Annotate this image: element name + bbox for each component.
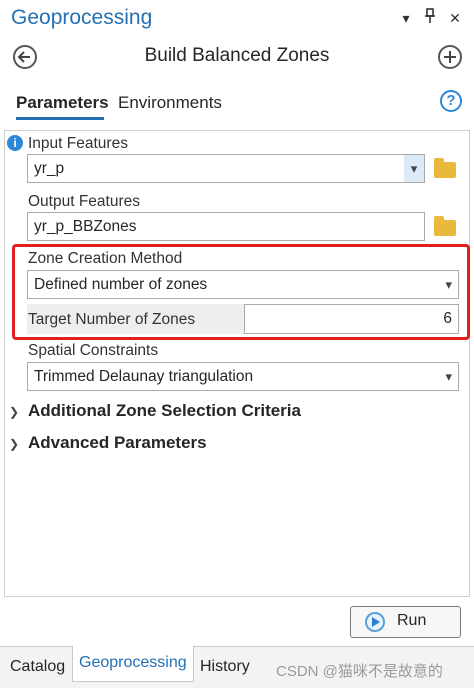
input-features-dropdown[interactable]: yr_p ▾ <box>27 154 425 183</box>
target-zones-input[interactable]: 6 <box>244 304 459 334</box>
tab-parameters[interactable]: Parameters <box>16 93 109 113</box>
chevron-down-icon[interactable]: ▾ <box>404 155 424 182</box>
tab-history[interactable]: History <box>194 654 256 684</box>
zone-method-label: Zone Creation Method <box>28 250 183 267</box>
output-features-value: yr_p_BBZones <box>34 218 137 235</box>
folder-icon[interactable] <box>434 216 456 236</box>
run-button[interactable]: Run <box>350 606 461 638</box>
tool-title: Build Balanced Zones <box>144 45 330 66</box>
chevron-right-icon[interactable]: ❯ <box>9 405 19 419</box>
spatial-constraints-dropdown[interactable]: Trimmed Delaunay triangulation ▾ <box>27 362 459 391</box>
pin-icon[interactable] <box>420 8 440 28</box>
chevron-down-icon[interactable]: ▾ <box>396 8 416 28</box>
tab-active-underline <box>16 117 104 120</box>
tab-catalog[interactable]: Catalog <box>4 654 71 684</box>
spatial-constraints-label: Spatial Constraints <box>28 342 159 359</box>
plus-icon[interactable] <box>438 45 462 69</box>
additional-criteria-section[interactable]: Additional Zone Selection Criteria <box>28 401 301 421</box>
close-icon[interactable]: ✕ <box>445 8 465 28</box>
run-label: Run <box>397 612 427 629</box>
tab-environments[interactable]: Environments <box>118 93 222 113</box>
chevron-right-icon[interactable]: ❯ <box>9 437 19 451</box>
pane-title: Geoprocessing <box>11 6 153 29</box>
input-features-value: yr_p <box>34 160 65 177</box>
output-features-label: Output Features <box>28 193 141 210</box>
help-icon[interactable]: ? <box>440 90 462 112</box>
zone-method-dropdown[interactable]: Defined number of zones ▾ <box>27 270 459 299</box>
folder-icon[interactable] <box>434 158 456 178</box>
info-icon[interactable]: i <box>7 135 23 151</box>
zone-method-value: Defined number of zones <box>34 276 208 293</box>
chevron-down-icon[interactable]: ▾ <box>445 363 452 390</box>
play-icon <box>365 612 385 632</box>
tab-geoprocessing[interactable]: Geoprocessing <box>72 646 194 682</box>
watermark: CSDN @猫咪不是故意的 <box>276 663 443 680</box>
advanced-parameters-section[interactable]: Advanced Parameters <box>28 433 207 453</box>
spatial-constraints-value: Trimmed Delaunay triangulation <box>34 368 254 385</box>
output-features-field[interactable]: yr_p_BBZones <box>27 212 425 241</box>
chevron-down-icon[interactable]: ▾ <box>445 271 452 298</box>
input-features-label: Input Features <box>28 135 128 152</box>
target-zones-label: Target Number of Zones <box>28 311 196 328</box>
